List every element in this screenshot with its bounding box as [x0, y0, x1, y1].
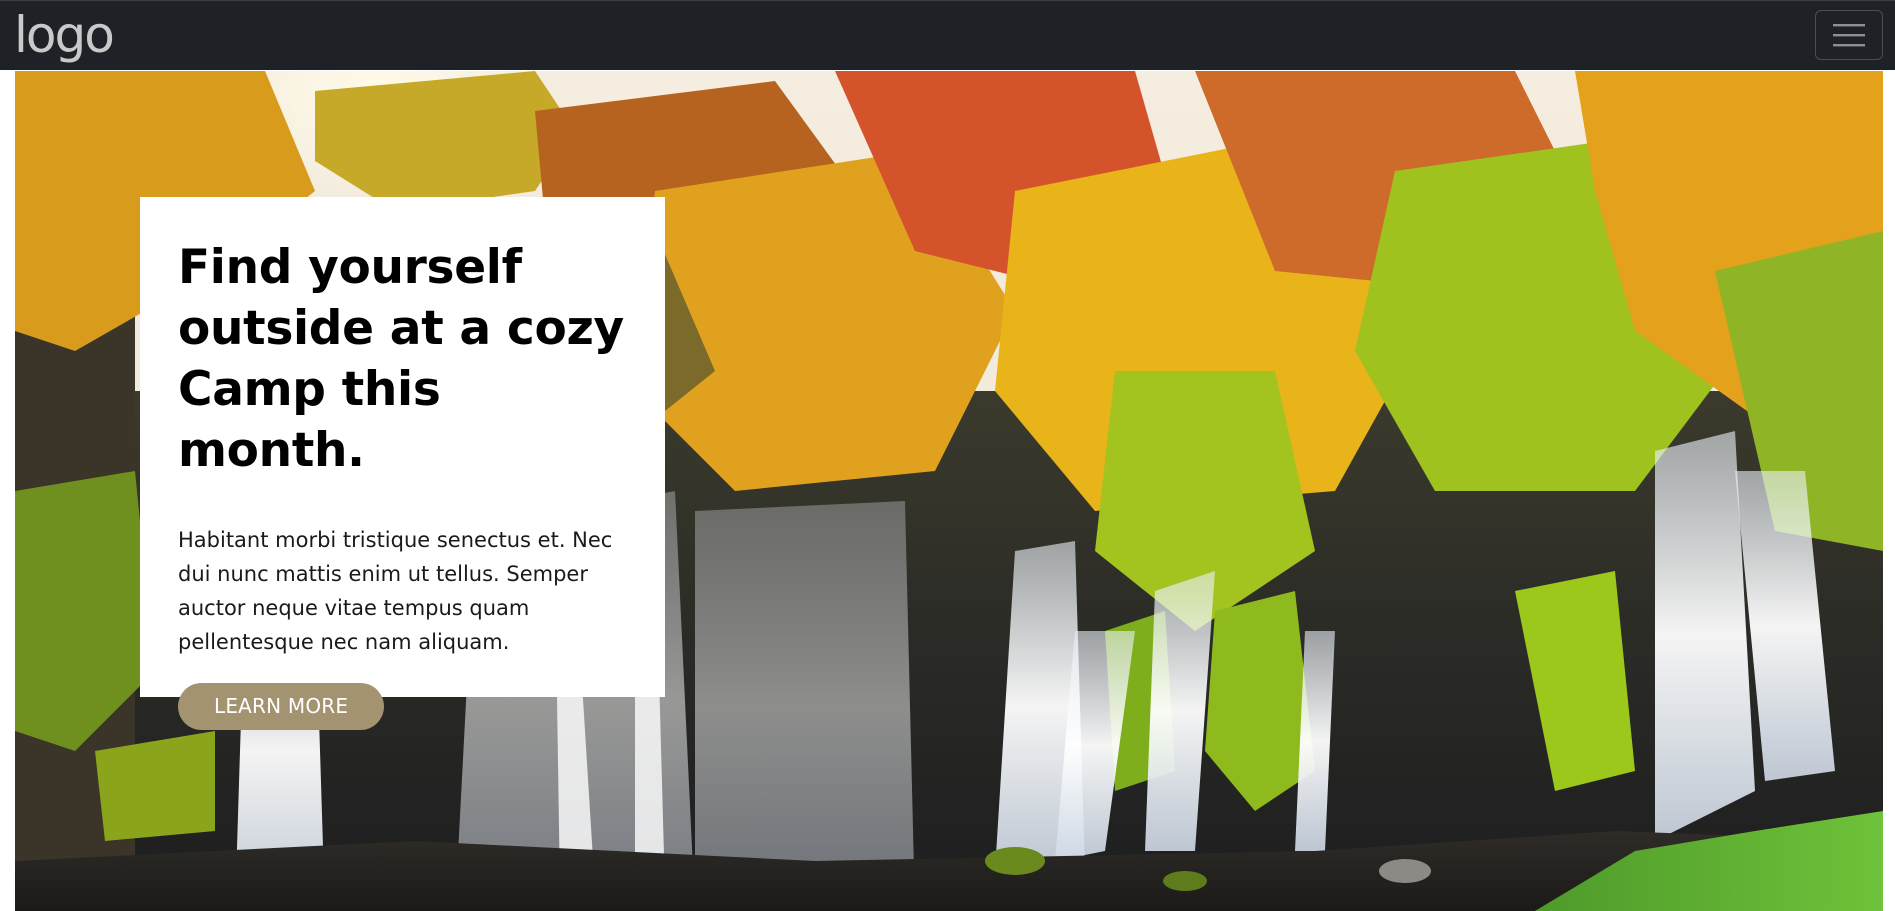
hero-section: Find yourself outside at a cozy Camp thi…: [15, 71, 1883, 911]
logo[interactable]: logo: [14, 3, 115, 67]
hero-title: Find yourself outside at a cozy Camp thi…: [178, 240, 624, 478]
hero-description: Habitant morbi tristique senectus et. Ne…: [178, 528, 613, 654]
hero-card: Find yourself outside at a cozy Camp thi…: [140, 197, 665, 730]
hamburger-menu-icon: [1833, 24, 1865, 47]
learn-more-button[interactable]: LEARN MORE: [178, 683, 385, 730]
navbar: logo: [0, 0, 1895, 70]
navbar-toggle-button[interactable]: [1815, 10, 1883, 60]
